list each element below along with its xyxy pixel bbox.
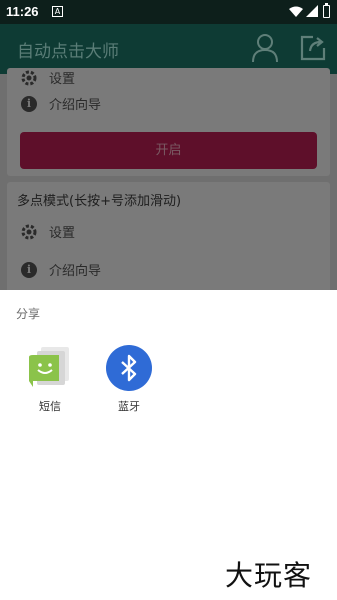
single-guide-row[interactable]: i 介绍向导	[20, 94, 101, 113]
user-icon[interactable]	[251, 33, 279, 63]
single-settings-row[interactable]: 设置	[20, 68, 75, 87]
multi-point-card: 多点模式(长按+号添加滑动) 设置 i 介绍向导	[7, 182, 330, 302]
share-icon[interactable]	[299, 34, 327, 62]
multi-settings-row[interactable]: 设置	[20, 222, 75, 241]
wifi-icon	[289, 6, 303, 17]
info-icon: i	[21, 261, 37, 278]
gear-icon	[20, 223, 38, 241]
share-sheet-title: 分享	[16, 307, 41, 321]
main-content-dimmed: 设置 i 介绍向导 开启 多点模式(长按+号添加滑动) 设置 i 介绍向导	[0, 68, 337, 302]
status-bar: 11:26 A	[0, 0, 337, 24]
watermark: 大玩客	[225, 559, 313, 592]
battery-icon	[323, 3, 330, 18]
multi-settings-label: 设置	[49, 226, 76, 241]
start-button[interactable]: 开启	[20, 132, 317, 169]
single-guide-label: 介绍向导	[49, 98, 102, 113]
app-title: 自动点击大师	[17, 42, 119, 62]
gear-icon	[20, 69, 38, 87]
multi-guide-label: 介绍向导	[49, 264, 102, 279]
share-target-messaging[interactable]: 短信	[20, 345, 80, 414]
single-point-card: 设置 i 介绍向导 开启	[7, 68, 330, 176]
single-settings-label: 设置	[49, 72, 76, 87]
notification-icon: A	[52, 6, 63, 17]
multi-guide-row[interactable]: i 介绍向导	[20, 260, 101, 279]
share-target-label-bluetooth: 蓝牙	[118, 400, 140, 413]
share-target-bluetooth[interactable]: 蓝牙	[99, 345, 159, 414]
multi-mode-title: 多点模式(长按+号添加滑动)	[17, 194, 182, 209]
share-target-label-messaging: 短信	[39, 400, 61, 413]
bluetooth-icon	[106, 345, 152, 391]
messaging-icon	[29, 347, 69, 387]
info-icon: i	[21, 95, 37, 112]
signal-icon	[306, 5, 318, 17]
app-bar: 自动点击大师	[0, 24, 337, 74]
status-time: 11:26	[6, 4, 39, 19]
